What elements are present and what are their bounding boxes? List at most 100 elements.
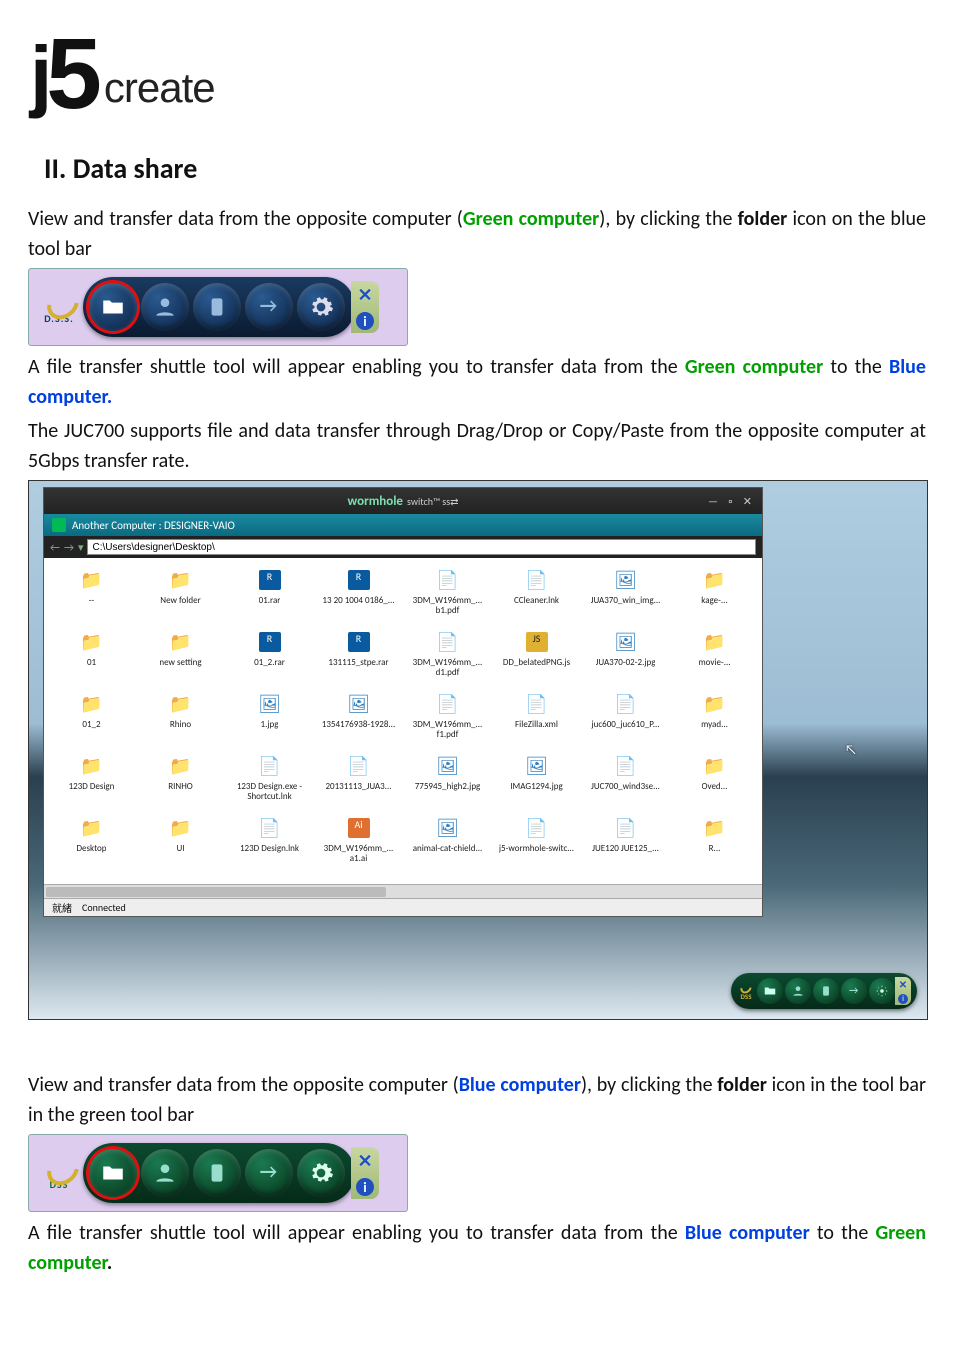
toolbar-end-tab: ✕ i — [351, 1147, 379, 1199]
horizontal-scrollbar[interactable] — [44, 884, 762, 898]
nav-forward-icon[interactable]: → — [64, 541, 74, 554]
file-item[interactable]: 📁01 — [48, 628, 135, 684]
title-main: wormhole — [348, 494, 403, 509]
info-icon[interactable]: i — [356, 1178, 374, 1196]
file-item[interactable]: 📄j5-wormhole-switc... — [493, 814, 580, 870]
file-item[interactable]: 🖼JUA370-02-2.jpg — [582, 628, 669, 684]
file-item[interactable]: 📄3DM_W196mm_...f1.pdf — [404, 690, 491, 746]
file-item[interactable]: R131115_stpe.rar — [315, 628, 402, 684]
file-item[interactable]: R01.rar — [226, 566, 313, 622]
file-item[interactable]: R13 20 1004 0186_... — [315, 566, 402, 622]
swirl-icon — [46, 290, 72, 310]
paragraph-4: View and transfer data from the opposite… — [28, 1070, 926, 1130]
toolbar-end-tab: ✕ i — [351, 281, 379, 333]
mini-folder-icon[interactable] — [757, 978, 783, 1004]
file-item[interactable]: 📄3DM_W196mm_...d1.pdf — [404, 628, 491, 684]
clipboard-icon[interactable] — [193, 1149, 241, 1197]
file-item[interactable]: 📁myad... — [671, 690, 758, 746]
p1-bold: folder — [738, 207, 788, 231]
file-item[interactable]: 📁Rhino — [137, 690, 224, 746]
dss-logo-green: DSS — [35, 1149, 83, 1197]
window-subbar: Another Computer : DESIGNER-VAIO — [44, 514, 762, 536]
mini-gear-icon[interactable] — [869, 978, 895, 1004]
logo-text: create — [104, 64, 215, 112]
file-item[interactable]: 📁new setting — [137, 628, 224, 684]
mini-transfer-icon[interactable] — [841, 978, 867, 1004]
mini-clipboard-icon[interactable] — [813, 978, 839, 1004]
file-transfer-screenshot: wormholeswitch™ ss⇄ — ▫ ✕ Another Comput… — [28, 480, 928, 1020]
nav-dropdown-icon[interactable]: ▾ — [78, 541, 84, 554]
file-item[interactable]: 🖼1354176938-1928... — [315, 690, 402, 746]
p4-blue: Blue computer — [459, 1073, 581, 1097]
file-item[interactable]: 📁UI — [137, 814, 224, 870]
person-icon[interactable] — [141, 283, 189, 331]
close-icon[interactable]: ✕ — [357, 284, 372, 306]
mini-close-icon[interactable]: ✕ — [899, 978, 907, 991]
p4-a: View and transfer data from the opposite… — [28, 1073, 459, 1097]
gear-icon[interactable] — [297, 1149, 345, 1197]
file-item[interactable]: 📁01_2 — [48, 690, 135, 746]
file-item[interactable]: 📁-- — [48, 566, 135, 622]
folder-icon[interactable] — [89, 1149, 137, 1197]
file-item[interactable]: 📄CCleaner.lnk — [493, 566, 580, 622]
file-item[interactable]: 📄123D Design.lnk — [226, 814, 313, 870]
transfer-icon[interactable] — [245, 1149, 293, 1197]
p5-b: to the — [810, 1221, 876, 1245]
file-item[interactable]: R01_2.rar — [226, 628, 313, 684]
file-item[interactable]: 📁123D Design — [48, 752, 135, 808]
file-item[interactable]: 📄FileZilla.xml — [493, 690, 580, 746]
shuttle-window: wormholeswitch™ ss⇄ — ▫ ✕ Another Comput… — [43, 487, 763, 917]
file-item[interactable]: 📄juc600_juc610_P... — [582, 690, 669, 746]
window-title: wormholeswitch™ ss⇄ — [348, 494, 459, 509]
file-item[interactable]: 📄JUE120 JUE125_... — [582, 814, 669, 870]
file-item[interactable]: 📁movie-... — [671, 628, 758, 684]
file-item[interactable]: 📁kage-... — [671, 566, 758, 622]
status-left: 就緒 — [52, 900, 72, 915]
mini-info-icon[interactable]: i — [898, 994, 908, 1004]
paragraph-2: A file transfer shuttle tool will appear… — [28, 352, 926, 412]
swirl-icon — [46, 1156, 72, 1176]
status-right: Connected — [82, 901, 126, 914]
p1-text-a: View and transfer data from the opposite… — [28, 207, 463, 231]
folder-icon[interactable] — [89, 283, 137, 331]
file-item[interactable]: 📁Oved... — [671, 752, 758, 808]
mini-dss-label: DSS — [737, 983, 755, 1000]
paragraph-3: The JUC700 supports file and data transf… — [28, 416, 926, 476]
file-item[interactable]: Ai3DM_W196mm_...a1.ai — [315, 814, 402, 870]
file-pane[interactable]: 📁--📁New folderR01.rarR13 20 1004 0186_..… — [44, 558, 762, 884]
file-item[interactable]: 📄123D Design.exe -Shortcut.lnk — [226, 752, 313, 808]
file-item[interactable]: JSDD_belatedPNG.js — [493, 628, 580, 684]
file-item[interactable]: 📁Desktop — [48, 814, 135, 870]
file-item[interactable]: 🖼775945_high2.jpg — [404, 752, 491, 808]
brand-logo: j5 create — [28, 28, 926, 121]
file-item[interactable]: 📁R... — [671, 814, 758, 870]
file-item[interactable]: 🖼IMAG1294.jpg — [493, 752, 580, 808]
info-icon[interactable]: i — [356, 312, 374, 330]
nav-back-icon[interactable]: ← — [50, 541, 60, 554]
file-item[interactable]: 📁New folder — [137, 566, 224, 622]
file-item[interactable]: 📄20131113_JUA3... — [315, 752, 402, 808]
gear-icon[interactable] — [297, 283, 345, 331]
p2-b: to the — [823, 355, 889, 379]
subbar-text: Another Computer : DESIGNER-VAIO — [72, 519, 235, 532]
file-item[interactable]: 📄JUC700_wind3se... — [582, 752, 669, 808]
close-icon[interactable]: ✕ — [357, 1150, 372, 1172]
person-icon[interactable] — [141, 1149, 189, 1197]
clipboard-icon[interactable] — [193, 283, 241, 331]
p1-text-b: ), by clicking the — [599, 207, 737, 231]
p5-dot: . — [107, 1251, 112, 1275]
mini-person-icon[interactable] — [785, 978, 811, 1004]
paragraph-1: View and transfer data from the opposite… — [28, 204, 926, 264]
window-buttons[interactable]: — ▫ ✕ — [708, 495, 756, 508]
status-bar: 就緒 Connected — [44, 898, 762, 916]
file-item[interactable]: 📄3DM_W196mm_...b1.pdf — [404, 566, 491, 622]
transfer-icon[interactable] — [245, 283, 293, 331]
file-item[interactable]: 🖼1.jpg — [226, 690, 313, 746]
path-input[interactable] — [87, 539, 756, 555]
mini-end-tab: ✕ i — [895, 977, 911, 1005]
file-item[interactable]: 📁RINHO — [137, 752, 224, 808]
file-item[interactable]: 🖼JUA370_win_img... — [582, 566, 669, 622]
file-item[interactable]: 🖼animal-cat-chield... — [404, 814, 491, 870]
dss-logo: D.S.S. — [35, 283, 83, 331]
computer-icon — [52, 518, 66, 532]
